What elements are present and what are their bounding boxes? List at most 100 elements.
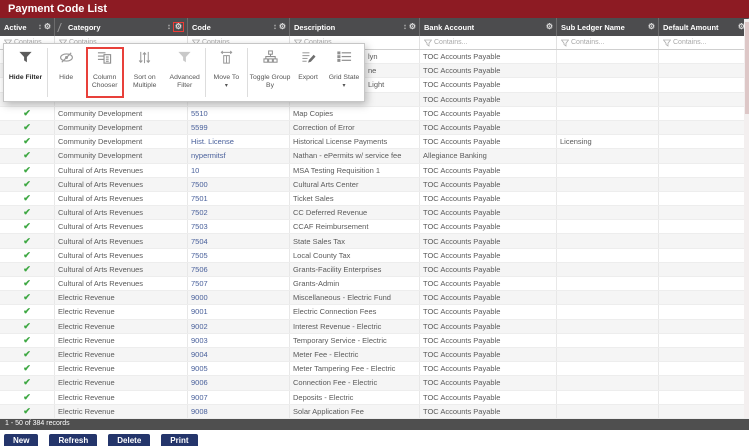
category-cell: Cultural of Arts Revenues <box>55 206 188 220</box>
table-row[interactable]: ✔ Cultural of Arts Revenues 7507 Grants-Adm… <box>0 277 749 292</box>
menu-item-column-chooser[interactable]: Column Chooser <box>85 44 125 101</box>
menu-item-label: Grid State <box>328 74 360 81</box>
table-row[interactable]: ✔ Community Development Hist. License Histo… <box>0 135 749 150</box>
new-button[interactable]: New <box>4 433 39 446</box>
sort-arrows-icon[interactable]: ↕ <box>403 23 407 31</box>
code-link[interactable]: Hist. License <box>191 137 234 146</box>
code-link[interactable]: 7503 <box>191 222 208 231</box>
column-menu-popup: Hide Filter Hide Column Chooser Sort on … <box>3 43 365 102</box>
code-link[interactable]: 7500 <box>191 180 208 189</box>
code-link[interactable]: 9002 <box>191 322 208 331</box>
filter-input-sub-ledger-name[interactable]: Contains... <box>557 36 659 49</box>
scrollbar-thumb[interactable] <box>744 22 749 114</box>
default-amount-cell <box>659 234 749 248</box>
column-options-gear-icon[interactable]: ⚙ <box>648 23 655 31</box>
default-amount-cell <box>659 177 749 191</box>
menu-item-grid-state[interactable]: Grid State ▾ <box>324 44 364 101</box>
active-cell: ✔ <box>0 277 55 291</box>
column-options-gear-icon[interactable]: ⚙ <box>546 23 553 31</box>
column-header-default-amount[interactable]: Default Amount ⚙ <box>659 18 749 36</box>
code-cell: 5510 <box>188 106 290 120</box>
column-options-gear-icon[interactable]: ⚙ <box>409 23 416 31</box>
column-header-sub-ledger-name[interactable]: Sub Ledger Name ⚙ <box>557 18 659 36</box>
default-amount-cell <box>659 92 749 106</box>
table-row[interactable]: ✔ Cultural of Arts Revenues 7504 State Sale… <box>0 234 749 249</box>
table-row[interactable]: ✔ Cultural of Arts Revenues 7501 Ticket Sal… <box>0 191 749 207</box>
active-check-icon: ✔ <box>23 263 31 274</box>
menu-item-hide[interactable]: Hide <box>48 44 85 101</box>
table-row[interactable]: ✔ Cultural of Arts Revenues 7505 Local Coun… <box>0 248 749 263</box>
code-link[interactable]: nypermitsf <box>191 151 226 160</box>
default-amount-cell <box>659 277 749 291</box>
table-row[interactable]: ✔ Electric Revenue 9001 Electric Connection… <box>0 305 749 320</box>
table-row[interactable]: ✔ Electric Revenue 9005 Meter Tampering Fee… <box>0 362 749 377</box>
menu-item-export[interactable]: Export <box>292 44 324 101</box>
code-link[interactable]: 9006 <box>191 378 208 387</box>
default-amount-cell <box>659 163 749 177</box>
code-link[interactable]: 7504 <box>191 237 208 246</box>
sub-ledger-cell <box>557 291 659 305</box>
table-row[interactable]: ✔ Cultural of Arts Revenues 7500 Cultural A… <box>0 177 749 192</box>
code-link[interactable]: 5599 <box>191 123 208 132</box>
code-cell: 10 <box>188 163 290 177</box>
column-header-active[interactable]: Active ↕ ⚙ <box>0 18 55 36</box>
description-cell: Ticket Sales <box>290 191 420 206</box>
column-options-gear-icon[interactable]: ⚙ <box>279 23 286 31</box>
sort-arrows-icon[interactable]: ↕ <box>38 23 42 31</box>
column-header-description[interactable]: Description ↕ ⚙ <box>290 18 420 36</box>
column-header-code[interactable]: Code ↕ ⚙ <box>188 18 290 36</box>
column-options-gear-icon[interactable]: ⚙ <box>44 23 51 31</box>
column-header-category[interactable]: Category ↕ ⚙ <box>55 18 188 36</box>
code-link[interactable]: 5510 <box>191 109 208 118</box>
table-row[interactable]: ✔ Electric Revenue 9003 Temporary Service -… <box>0 333 749 348</box>
table-row[interactable]: ✔ Cultural of Arts Revenues 7502 CC Deferre… <box>0 206 749 221</box>
code-link[interactable]: 7502 <box>191 208 208 217</box>
code-link[interactable]: 7506 <box>191 265 208 274</box>
filter-input-bank-account[interactable]: Contains... <box>420 36 557 49</box>
code-link[interactable]: 9000 <box>191 293 208 302</box>
column-options-gear-icon[interactable]: ⚙ <box>175 22 182 31</box>
code-link[interactable]: 9007 <box>191 393 208 402</box>
table-row[interactable]: ✔ Cultural of Arts Revenues 7506 Grants-Fac… <box>0 262 749 277</box>
code-link[interactable]: 9003 <box>191 336 208 345</box>
table-row[interactable]: ✔ Cultural of Arts Revenues 10 MSA Testing … <box>0 163 749 178</box>
print-button[interactable]: Print <box>161 433 198 446</box>
code-link[interactable]: 9004 <box>191 350 208 359</box>
table-row[interactable]: ✔ Electric Revenue 9004 Meter Fee - Electri… <box>0 347 749 363</box>
code-link[interactable]: 9001 <box>191 307 208 316</box>
delete-button[interactable]: Delete <box>108 433 151 446</box>
sort-arrows-icon[interactable]: ↕ <box>273 23 277 31</box>
filter-input-default-amount[interactable]: Contains... <box>659 36 749 49</box>
table-row[interactable]: ✔ Community Development nypermitsf Nathan -… <box>0 149 749 164</box>
code-link[interactable]: 7505 <box>191 251 208 260</box>
table-row[interactable]: ✔ Electric Revenue 9000 Miscellaneous - Ele… <box>0 291 749 306</box>
sort-arrows-icon[interactable]: ↕ <box>167 23 171 31</box>
code-link[interactable]: 9008 <box>191 407 208 416</box>
table-row[interactable]: ✔ Community Development 5510 Map Copies TOC … <box>0 106 749 121</box>
menu-item-toggle-group-by[interactable]: Toggle Group By <box>248 44 292 101</box>
table-row[interactable]: ✔ Community Development 5599 Correction of … <box>0 120 749 136</box>
menu-item-sort-on-multiple[interactable]: Sort on Multiple <box>125 44 165 101</box>
description-cell: Solar Application Fee <box>290 404 420 418</box>
grid-body: lyn TOC Accounts Payable ne TOC Accounts Pa… <box>0 50 749 419</box>
menu-item-hide-filter[interactable]: Hide Filter <box>4 44 47 101</box>
column-header-bank-account[interactable]: Bank Account ⚙ <box>420 18 557 36</box>
code-link[interactable]: 7501 <box>191 194 208 203</box>
active-cell: ✔ <box>0 106 55 120</box>
menu-item-advanced-filter[interactable]: Advanced Filter <box>165 44 205 101</box>
description-cell: MSA Testing Requisition 1 <box>290 163 420 177</box>
table-row[interactable]: ✔ Electric Revenue 9002 Interest Revenue - … <box>0 319 749 334</box>
code-link[interactable]: 7507 <box>191 279 208 288</box>
default-amount-cell <box>659 333 749 347</box>
code-link[interactable]: 10 <box>191 166 199 175</box>
table-row[interactable]: ✔ Cultural of Arts Revenues 7503 CCAF Reimb… <box>0 220 749 235</box>
sub-ledger-cell <box>557 277 659 291</box>
move-to-icon <box>219 50 234 70</box>
table-row[interactable]: ✔ Electric Revenue 9008 Solar Application F… <box>0 404 749 419</box>
vertical-scrollbar[interactable] <box>744 19 749 418</box>
table-row[interactable]: ✔ Electric Revenue 9007 Deposits - Electric… <box>0 390 749 405</box>
menu-item-move-to[interactable]: Move To ▾ <box>205 44 247 101</box>
code-link[interactable]: 9005 <box>191 364 208 373</box>
refresh-button[interactable]: Refresh <box>49 433 98 446</box>
table-row[interactable]: ✔ Electric Revenue 9006 Connection Fee - El… <box>0 376 749 391</box>
